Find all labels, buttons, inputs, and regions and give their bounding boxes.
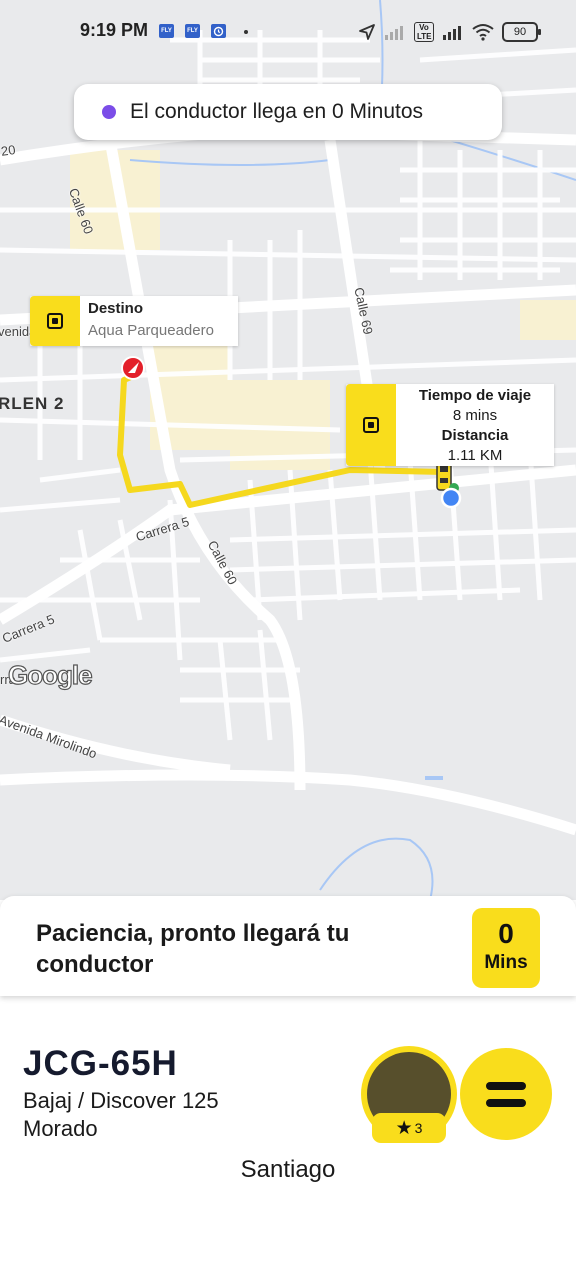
wait-card: Paciencia, pronto llegará tu conductor 0… — [0, 896, 576, 996]
alarm-app-icon — [211, 24, 226, 38]
district-label: RLEN 2 — [0, 394, 65, 413]
trip-time-value: 8 mins — [452, 407, 498, 424]
driver-name: Santiago — [240, 1156, 336, 1183]
status-time: 9:19 PM — [80, 20, 149, 40]
destination-stop-icon — [30, 296, 80, 346]
street-label: 20 — [0, 141, 17, 159]
eta-status-dot-icon — [102, 105, 116, 119]
more-notifications-icon — [244, 30, 248, 34]
menu-bar-icon — [486, 1081, 526, 1090]
destination-title: Destino — [88, 300, 144, 317]
status-bar: 9:19 PM FLY FLY Vo LTE 90 — [0, 0, 576, 64]
fly-app-icon: FLY — [185, 24, 200, 38]
vehicle-color: Morado — [23, 1116, 98, 1141]
user-location-icon — [440, 487, 462, 509]
location-arrow-icon — [359, 24, 375, 40]
minutes-value: 0 — [498, 918, 514, 949]
vehicle-model: Bajaj / Discover 125 — [23, 1088, 219, 1113]
destination-marker-card[interactable]: Destino Aqua Parqueadero — [30, 296, 238, 346]
minutes-unit: Mins — [484, 952, 528, 973]
star-icon: ★ — [395, 1117, 413, 1139]
driver-rating-badge: ★ 3 — [372, 1113, 446, 1143]
vehicle-plate: JCG-65H — [23, 1044, 178, 1083]
wait-message: Paciencia, pronto llegará tu conductor — [36, 920, 350, 978]
eta-banner: El conductor llega en 0 Minutos — [74, 84, 502, 140]
trip-distance-label: Distancia — [441, 427, 509, 444]
signal-weak-icon — [385, 26, 403, 40]
google-logo: Google — [7, 659, 93, 690]
battery-icon: 90 — [502, 22, 541, 42]
menu-bar-icon — [486, 1098, 526, 1107]
wifi-icon — [472, 24, 494, 41]
pickup-stop-icon — [346, 384, 396, 466]
driver-rating: 3 — [414, 1120, 423, 1136]
trip-time-label: Tiempo de viaje — [418, 387, 532, 404]
minutes-badge: 0 Mins — [472, 908, 540, 988]
signal-strong-icon — [443, 26, 461, 40]
driver-panel: JCG-65H Bajaj / Discover 125 Morado ★ 3 … — [0, 1004, 576, 1280]
trip-distance-value: 1.11 KM — [447, 447, 503, 464]
destination-address: Aqua Parqueadero — [88, 322, 214, 339]
trip-info-card[interactable]: Tiempo de viaje 8 mins Distancia 1.11 KM — [346, 384, 554, 466]
destination-pin-icon — [121, 356, 145, 380]
eta-text: El conductor llega en 0 Minutos — [130, 100, 424, 123]
volte-icon: Vo LTE — [414, 22, 434, 42]
fly-app-icon: FLY — [159, 24, 174, 38]
menu-button[interactable] — [460, 1048, 552, 1140]
